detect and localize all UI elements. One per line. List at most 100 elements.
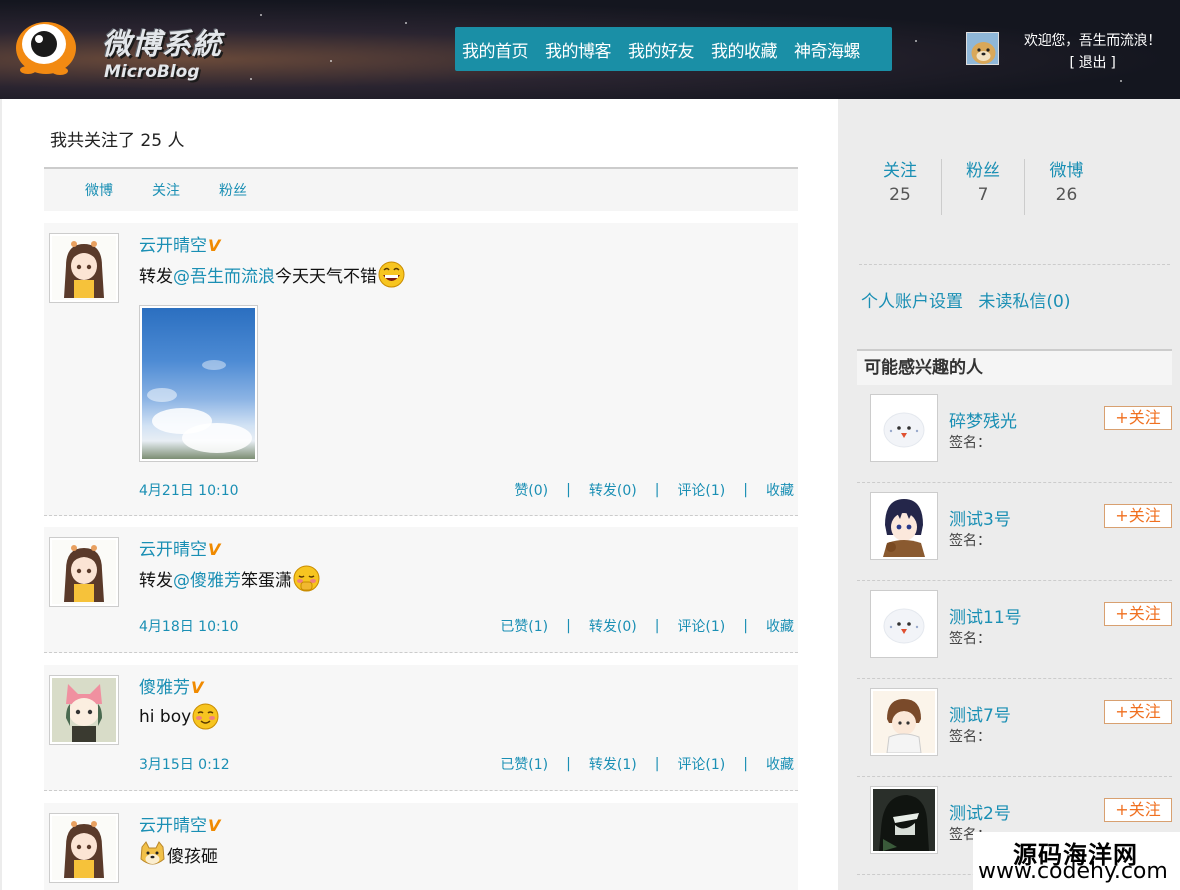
default-avatar-icon: [873, 593, 935, 655]
welcome-box: 欢迎您，吾生而流浪！ [ 退出 ]: [1010, 30, 1175, 74]
tab-followers[interactable]: 粉丝: [219, 180, 247, 200]
post-avatar[interactable]: [49, 537, 119, 607]
suggest-avatar[interactable]: [870, 590, 938, 658]
suggest-title: 可能感兴趣的人: [857, 349, 1172, 385]
watermark-line2: www.codehy.com: [978, 859, 1168, 884]
sky-photo: [142, 308, 255, 459]
post-item: 傻雅芳V hi boy 3月15日 0:12 已赞(1) | 转发(1) | 评…: [44, 665, 798, 791]
suggest-signature: 签名：: [949, 631, 991, 647]
site-watermark: 源码海洋网 www.codehy.com: [973, 832, 1180, 890]
post-author[interactable]: 云开晴空V: [139, 811, 220, 836]
anime-girl-avatar-icon: [52, 236, 116, 300]
suggest-signature: 签名：: [949, 435, 991, 451]
suggest-item: 测试11号 签名： +关注: [857, 581, 1172, 679]
shy-emoji-icon: [293, 565, 320, 592]
logo[interactable]: 微博系統 MicroBlog: [14, 12, 224, 82]
follow-summary: 我共关注了 25 人: [50, 131, 185, 151]
nav-blog[interactable]: 我的博客: [545, 37, 612, 62]
user-avatar[interactable]: [966, 32, 999, 65]
sidebar: 关注 25 粉丝 7 微博 26 个人账户设置 未读私信(0) 可能感兴趣的人: [840, 99, 1180, 890]
post-time[interactable]: 4月18日 10:10: [139, 616, 239, 636]
follow-button[interactable]: +关注: [1104, 798, 1172, 822]
suggest-item: 碎梦残光 签名： +关注: [857, 385, 1172, 483]
follow-button[interactable]: +关注: [1104, 504, 1172, 528]
vip-badge: V: [208, 236, 221, 255]
follow-button[interactable]: +关注: [1104, 602, 1172, 626]
post-author[interactable]: 云开晴空V: [139, 231, 220, 256]
tab-weibo[interactable]: 微博: [85, 180, 113, 200]
post-time[interactable]: 4月21日 10:10: [139, 480, 239, 500]
logo-subtitle: MicroBlog: [104, 62, 200, 82]
user-stats: 关注 25 粉丝 7 微博 26: [859, 159, 1108, 215]
post-actions: 已赞(1) | 转发(1) | 评论(1) | 收藏: [500, 754, 794, 774]
doge-emoji-icon: [140, 841, 165, 865]
like-button[interactable]: 赞(0): [514, 480, 548, 500]
divider: [859, 264, 1170, 265]
post-avatar[interactable]: [49, 813, 119, 883]
welcome-text: 欢迎您，吾生而流浪！: [1024, 33, 1161, 49]
tab-following[interactable]: 关注: [152, 180, 180, 200]
account-settings-link[interactable]: 个人账户设置: [861, 292, 963, 312]
stat-weibo[interactable]: 微博 26: [1025, 159, 1108, 215]
favorite-button[interactable]: 收藏: [766, 480, 794, 500]
suggest-avatar[interactable]: [870, 394, 938, 462]
suggest-name[interactable]: 测试11号: [949, 603, 1022, 628]
follow-button[interactable]: +关注: [1104, 406, 1172, 430]
post-author[interactable]: 云开晴空V: [139, 535, 220, 560]
comment-button[interactable]: 评论(1): [677, 616, 725, 636]
post-actions: 赞(0) | 转发(0) | 评论(1) | 收藏: [514, 480, 794, 500]
repost-button[interactable]: 转发(0): [589, 616, 637, 636]
suggest-name[interactable]: 测试2号: [949, 799, 1011, 824]
nav-favorites[interactable]: 我的收藏: [711, 37, 778, 62]
comment-button[interactable]: 评论(1): [677, 480, 725, 500]
follow-button[interactable]: +关注: [1104, 700, 1172, 724]
logo-eye-icon: [16, 22, 76, 75]
suggest-signature: 签名：: [949, 533, 991, 549]
favorite-button[interactable]: 收藏: [766, 616, 794, 636]
blush-emoji-icon: [192, 703, 219, 730]
vip-badge: V: [208, 540, 221, 559]
nav-friends[interactable]: 我的好友: [628, 37, 695, 62]
stat-followers[interactable]: 粉丝 7: [942, 159, 1025, 215]
default-avatar-icon: [873, 397, 935, 459]
logout-link[interactable]: [ 退出 ]: [1069, 55, 1115, 71]
dark-hooded-avatar-icon: [873, 789, 935, 851]
post-text: hi boy: [139, 703, 219, 730]
account-links: 个人账户设置 未读私信(0): [861, 287, 1081, 312]
suggest-item: 测试3号 签名： +关注: [857, 483, 1172, 581]
suggest-name[interactable]: 测试3号: [949, 505, 1011, 530]
favorite-button[interactable]: 收藏: [766, 754, 794, 774]
anime-boy-avatar-icon: [873, 495, 935, 557]
suggest-name[interactable]: 碎梦残光: [949, 407, 1017, 432]
stat-following[interactable]: 关注 25: [859, 159, 942, 215]
post-avatar[interactable]: [49, 675, 119, 745]
vip-badge: V: [208, 816, 221, 835]
mention-link[interactable]: @傻雅芳: [173, 566, 241, 591]
post-text: 傻孩砸: [139, 841, 218, 868]
like-button[interactable]: 已赞(1): [500, 754, 548, 774]
comment-button[interactable]: 评论(1): [677, 754, 725, 774]
post-avatar[interactable]: [49, 233, 119, 303]
suggest-item: 测试7号 签名： +关注: [857, 679, 1172, 777]
suggest-avatar[interactable]: [870, 688, 938, 756]
post-author[interactable]: 傻雅芳V: [139, 673, 203, 698]
post-text: 转发 @傻雅芳 笨蛋潇: [139, 565, 320, 592]
suggest-avatar[interactable]: [870, 786, 938, 854]
sketch-boy-avatar-icon: [873, 691, 935, 753]
post-image[interactable]: [139, 305, 258, 462]
nav-magic-conch[interactable]: 神奇海螺: [794, 37, 861, 62]
repost-button[interactable]: 转发(1): [589, 754, 637, 774]
sub-tabs: 微博 关注 粉丝: [44, 167, 798, 211]
mention-link[interactable]: @吾生而流浪: [173, 262, 275, 287]
suggest-avatar[interactable]: [870, 492, 938, 560]
post-text: 转发 @吾生而流浪 今天天气不错: [139, 261, 405, 288]
post-time[interactable]: 3月15日 0:12: [139, 754, 230, 774]
post-item: 云开晴空V 傻孩砸: [44, 803, 798, 890]
like-button[interactable]: 已赞(1): [500, 616, 548, 636]
suggest-name[interactable]: 测试7号: [949, 701, 1011, 726]
nav-home[interactable]: 我的首页: [462, 37, 529, 62]
unread-messages-link[interactable]: 未读私信(0): [978, 292, 1070, 312]
repost-button[interactable]: 转发(0): [589, 480, 637, 500]
post-item: 云开晴空V 转发 @吾生而流浪 今天天气不错 4月21日 10:10 赞(0) |: [44, 223, 798, 516]
logo-title: 微博系統: [102, 27, 223, 61]
